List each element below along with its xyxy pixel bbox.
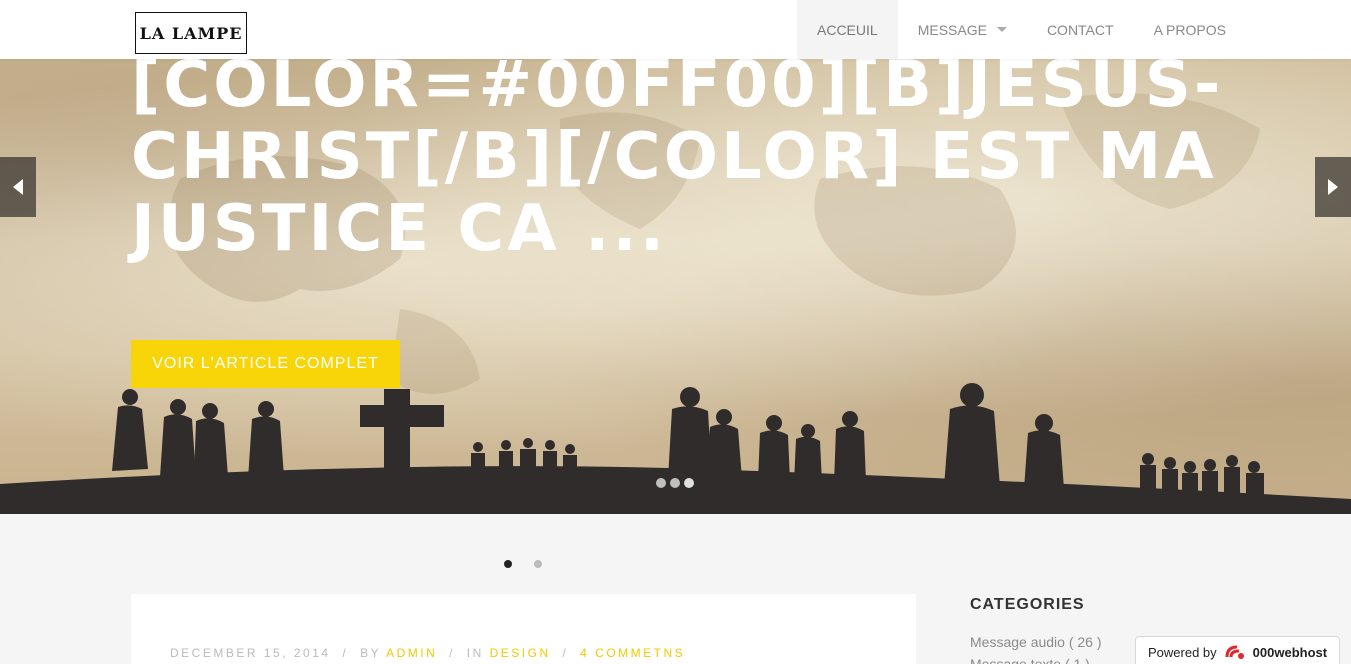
read-article-button[interactable]: VOIR L'ARTICLE COMPLET [131,340,400,388]
nav-label: ACCEUIL [817,21,878,38]
powered-by-badge[interactable]: Powered by 000webhost [1135,636,1340,664]
post-comments-link[interactable]: 4 COMMETNS [580,646,685,660]
hero-slider: [COLOR=#00FF00][B]JESUS-CHRIST[/B][/COLO… [0,59,1351,514]
post-category-link[interactable]: DESIGN [490,646,551,660]
hero-title[interactable]: [COLOR=#00FF00][B]JESUS-CHRIST[/B][/COLO… [131,59,1231,265]
nav-label: MESSAGE [917,21,987,38]
000webhost-logo-icon [1225,645,1244,659]
slider-prev-button[interactable] [0,157,36,217]
category-link[interactable]: Message texte ( 1 ) [970,656,1090,664]
meta-separator: / [449,646,455,660]
post-meta: DECEMBER 15, 2014 / BY ADMIN / IN DESIGN… [170,646,685,660]
site-header: LA LAMPE ACCEUIL MESSAGE CONTACT A PROPO… [0,0,1351,59]
nav-label: CONTACT [1046,21,1114,38]
caret-down-icon [996,27,1007,32]
post-card: DECEMBER 15, 2014 / BY ADMIN / IN DESIGN… [131,594,916,664]
chevron-left-icon [13,179,23,195]
slider-dot-active[interactable] [684,478,694,488]
post-by-label: BY [360,646,381,660]
nav-item-acceuil[interactable]: ACCEUIL [797,0,898,59]
nav-item-a-propos[interactable]: A PROPOS [1134,0,1246,59]
post-date: DECEMBER 15, 2014 [170,646,331,660]
main-nav: ACCEUIL MESSAGE CONTACT A PROPOS [797,0,1246,59]
post-author-link[interactable]: ADMIN [386,646,437,660]
post-in-label: IN [466,646,484,660]
badge-prefix: Powered by [1148,644,1217,660]
nav-item-contact[interactable]: CONTACT [1027,0,1134,59]
slider-next-button[interactable] [1315,157,1351,217]
site-logo[interactable]: LA LAMPE [135,12,247,54]
chevron-right-icon [1328,179,1338,195]
meta-separator: / [562,646,569,660]
pager-dot[interactable] [534,560,542,568]
slider-dot[interactable] [670,478,680,488]
meta-separator: / [342,646,349,660]
category-link[interactable]: Message audio ( 26 ) [970,634,1102,650]
nav-label: A PROPOS [1153,21,1226,38]
nav-item-message[interactable]: MESSAGE [898,0,1027,59]
sidebar-categories-title: CATEGORIES [970,596,1085,613]
badge-brand: 000webhost [1252,644,1328,660]
content-pager [504,560,542,568]
pager-dot-active[interactable] [504,560,512,568]
slider-dot[interactable] [656,478,666,488]
slider-dots [656,478,694,488]
